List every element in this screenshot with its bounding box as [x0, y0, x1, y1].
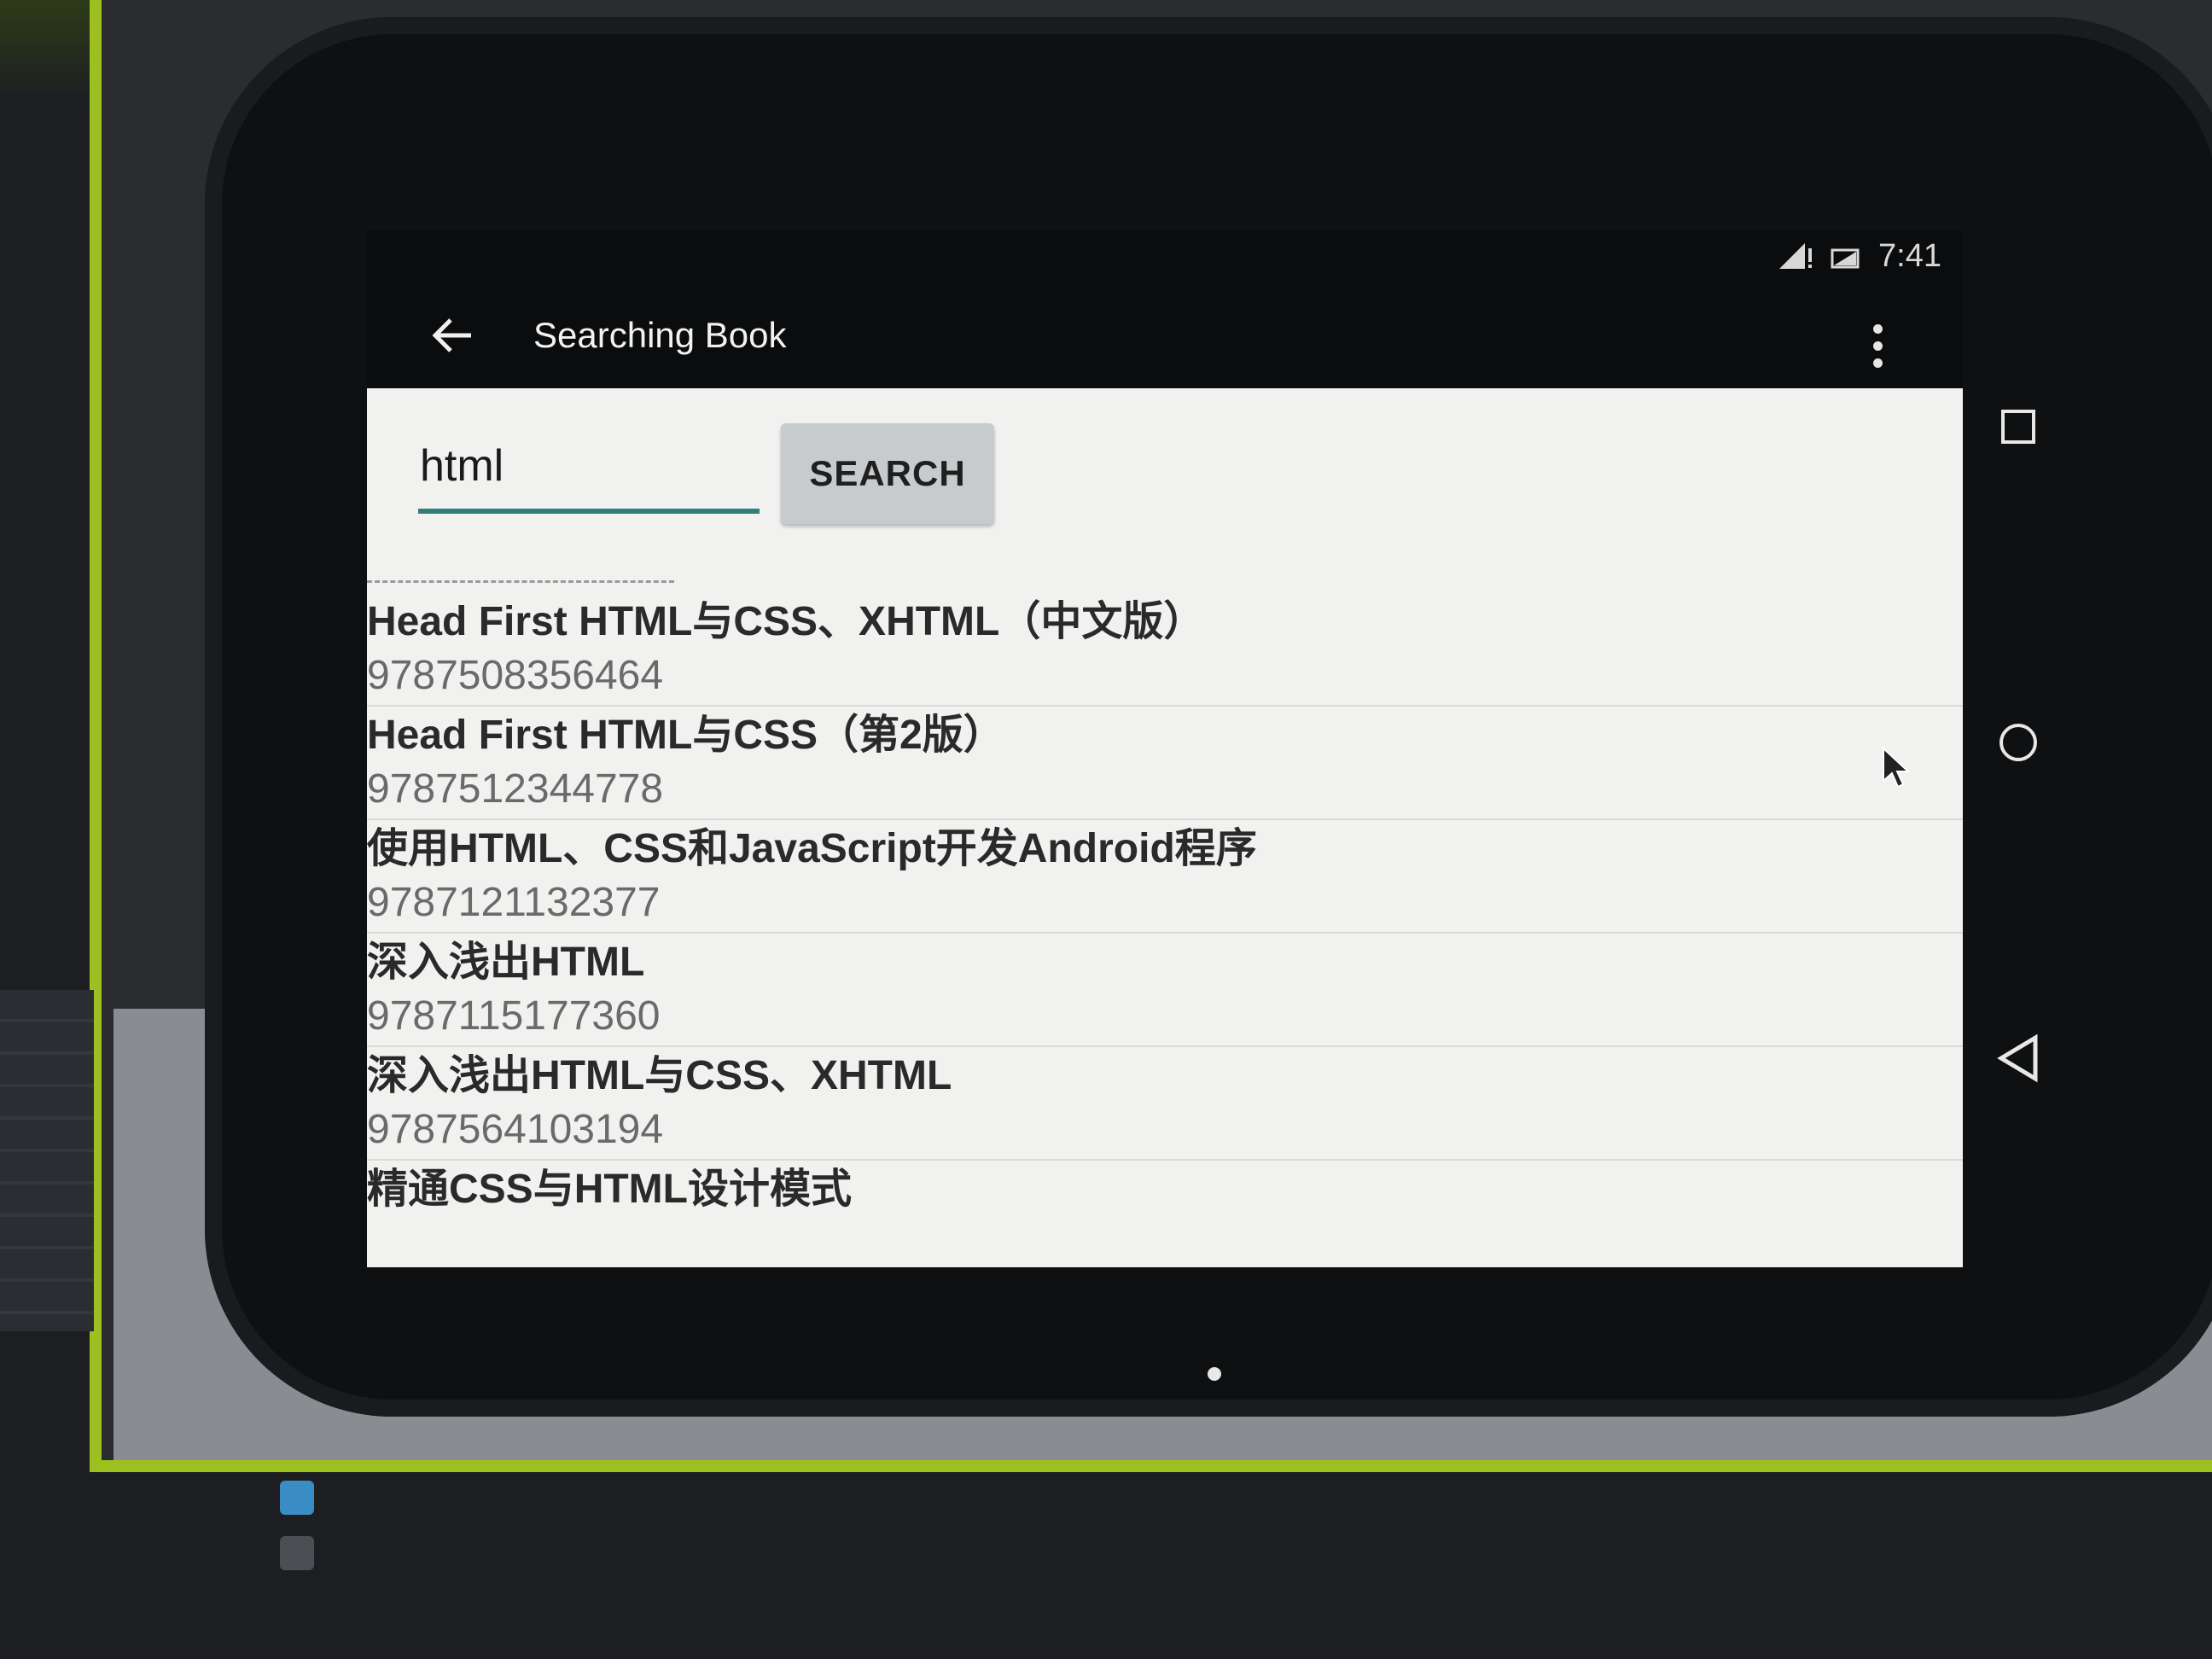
book-isbn: 9787115177360	[367, 993, 661, 1039]
list-item[interactable]: 使用HTML、CSS和JavaScript开发Android程序 9787121…	[367, 820, 1963, 934]
book-title: 使用HTML、CSS和JavaScript开发Android程序	[367, 826, 1257, 871]
list-item[interactable]: Head First HTML与CSS（第2版） 9787512344778	[367, 707, 1963, 820]
search-input[interactable]	[418, 431, 754, 501]
ide-left-panel	[0, 990, 94, 1331]
signal-icon	[1779, 243, 1813, 269]
mouse-cursor-icon	[1883, 747, 1911, 789]
ide-trash-icon[interactable]	[280, 1536, 314, 1570]
home-button[interactable]	[1971, 696, 2065, 789]
search-input-underline	[418, 509, 760, 514]
recents-button[interactable]	[1971, 380, 2065, 474]
nav-back-button[interactable]	[1971, 1011, 2065, 1105]
book-title: 深入浅出HTML	[367, 940, 645, 985]
square-icon	[2001, 410, 2035, 444]
device-home-indicator	[1208, 1367, 1221, 1381]
triangle-back-icon	[1997, 1033, 2038, 1083]
search-field[interactable]	[418, 422, 760, 521]
battery-icon	[1831, 248, 1860, 269]
book-list: Head First HTML与CSS、XHTML（中文版） 978750835…	[367, 593, 1963, 1267]
overflow-menu-button[interactable]	[1852, 299, 1903, 393]
book-title: 精通CSS与HTML设计模式	[367, 1167, 852, 1212]
circle-icon	[2000, 724, 2037, 761]
search-content: SEARCH Head First HTML与CSS、XHTML（中文版） 97…	[367, 388, 1963, 1267]
device-screen: 7:41 Searching Book SEARCH Head First HT…	[367, 230, 1963, 1267]
book-title: Head First HTML与CSS（第2版）	[367, 713, 1004, 758]
status-time: 7:41	[1878, 237, 1941, 274]
list-item[interactable]: 深入浅出HTML 9787115177360	[367, 934, 1963, 1047]
book-isbn: 9787564103194	[367, 1107, 664, 1152]
book-title: Head First HTML与CSS、XHTML（中文版）	[367, 599, 1205, 644]
book-title: 深入浅出HTML与CSS、XHTML	[367, 1053, 952, 1098]
back-button[interactable]	[405, 288, 499, 382]
page-title: Searching Book	[533, 314, 787, 355]
search-row: SEARCH	[418, 422, 994, 524]
arrow-back-icon	[432, 317, 471, 352]
ide-printer-icon[interactable]	[280, 1481, 314, 1515]
status-bar: 7:41	[1779, 230, 1941, 282]
list-item[interactable]: 精通CSS与HTML设计模式	[367, 1161, 1963, 1267]
divider	[367, 580, 674, 583]
system-navigation-bar	[1971, 256, 2065, 1280]
book-isbn: 9787512344778	[367, 766, 664, 812]
book-isbn: 9787508356464	[367, 653, 664, 698]
more-vert-icon	[1872, 323, 1883, 334]
list-item[interactable]: 深入浅出HTML与CSS、XHTML 9787564103194	[367, 1047, 1963, 1161]
book-isbn: 9787121132377	[367, 880, 661, 925]
search-button[interactable]: SEARCH	[781, 423, 994, 524]
app-toolbar: Searching Book	[367, 282, 1963, 388]
list-item[interactable]: Head First HTML与CSS、XHTML（中文版） 978750835…	[367, 593, 1963, 707]
